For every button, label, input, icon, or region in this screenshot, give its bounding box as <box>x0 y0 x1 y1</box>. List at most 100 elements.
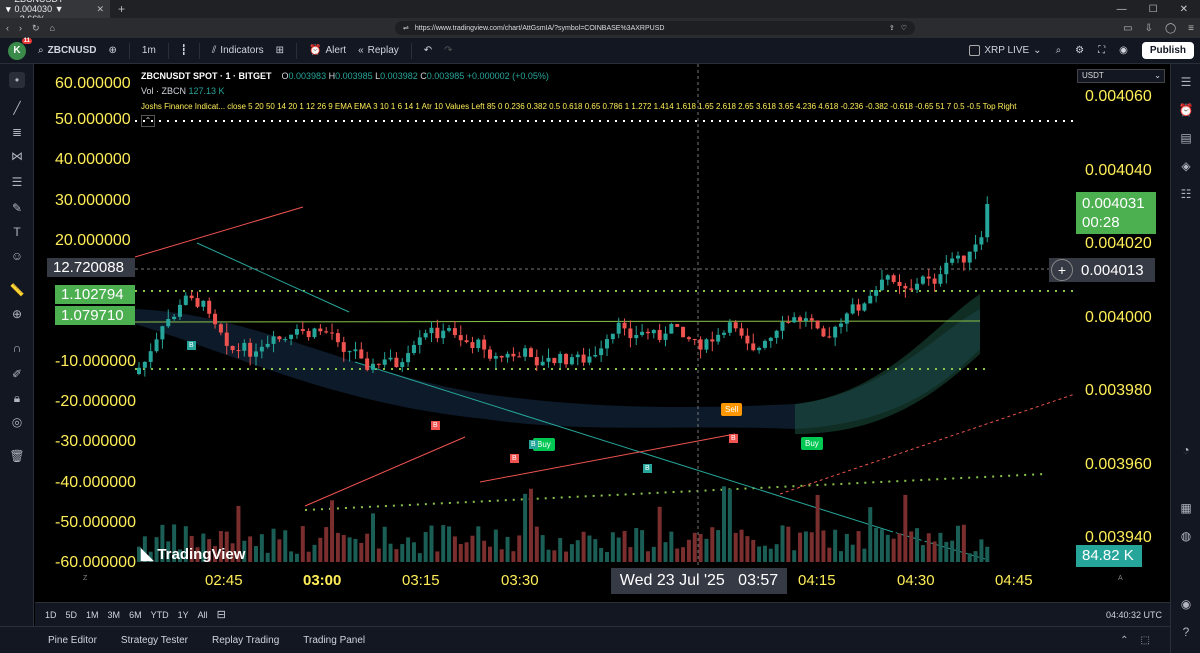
fib-icon[interactable]: ≣ <box>9 124 25 140</box>
close-tab-icon[interactable]: ✕ <box>96 4 104 15</box>
home-icon[interactable]: ⌂ <box>50 23 55 33</box>
profile-icon[interactable]: ◯ <box>1165 23 1176 34</box>
replay-button[interactable]: « Replay <box>358 45 399 56</box>
pattern-icon[interactable]: ⋈ <box>9 148 25 164</box>
currency-select[interactable]: USDT ⌄ <box>1077 69 1165 83</box>
range-1d[interactable]: 1D <box>45 610 57 620</box>
range-ytd[interactable]: YTD <box>151 610 169 620</box>
help-icon[interactable]: ? <box>1178 624 1194 640</box>
redo-icon[interactable]: ↷ <box>444 45 452 56</box>
layers-icon[interactable]: ◈ <box>1178 158 1194 174</box>
undo-icon[interactable]: ↶ <box>424 45 432 56</box>
candle-body <box>429 327 434 334</box>
compare-symbol-icon[interactable]: ⊕ <box>109 45 117 56</box>
browser-tab[interactable]: ▾ ZBCNUSDT 0.004030 ▼ −2.66% ✕ <box>0 0 110 24</box>
candles-icon[interactable]: ┇ <box>181 45 187 56</box>
tab-pine-editor[interactable]: Pine Editor <box>48 635 97 646</box>
volume-bar <box>330 500 335 562</box>
range-5d[interactable]: 5D <box>66 610 78 620</box>
layouts-icon[interactable]: ⊞ <box>276 45 284 56</box>
forecast-icon[interactable]: ☰ <box>9 174 25 190</box>
candle-body <box>289 334 294 340</box>
candle-body <box>669 324 674 334</box>
symbol-label: ZBCNUSD <box>47 45 97 56</box>
menu-icon[interactable]: ≡ <box>1188 23 1194 34</box>
emoji-icon[interactable]: ☺ <box>9 248 25 264</box>
scale-right-a-icon[interactable]: A <box>1118 575 1123 582</box>
notifications-icon[interactable]: ◉ <box>1178 596 1194 612</box>
tab-trading-panel[interactable]: Trading Panel <box>303 635 365 646</box>
text-icon[interactable]: T <box>9 224 25 240</box>
fullscreen-icon[interactable]: ⛶ <box>1098 45 1105 56</box>
calendar-icon[interactable]: ▦ <box>1178 500 1194 516</box>
bookmark-icon[interactable]: ♡ <box>901 24 907 32</box>
range-6m[interactable]: 6M <box>129 610 142 620</box>
quick-search-icon[interactable]: ⌕ <box>1056 45 1062 56</box>
chart-pane[interactable]: ZBCNUSDT SPOT · 1 · BITGET O0.003983 H0.… <box>35 64 1170 602</box>
lock-draw-icon[interactable]: ✐ <box>9 366 25 382</box>
zoom-icon[interactable]: ⊕ <box>9 306 25 322</box>
range-1m[interactable]: 1M <box>86 610 99 620</box>
range-3m[interactable]: 3M <box>108 610 121 620</box>
clock[interactable]: 04:40:32 UTC <box>1106 610 1170 620</box>
brush-icon[interactable]: ✎ <box>9 200 25 216</box>
watchlist-icon[interactable]: ☰ <box>1178 74 1194 90</box>
candle-body <box>511 353 516 357</box>
downloads-icon[interactable]: ⇩ <box>1145 23 1153 34</box>
close-window-icon[interactable]: ✕ <box>1180 4 1188 15</box>
volume-bar <box>248 536 253 562</box>
add-alert-plus-icon[interactable]: + <box>1051 259 1073 281</box>
reload-icon[interactable]: ↻ <box>32 23 40 34</box>
ideas-icon[interactable]: ◔ <box>1178 442 1194 458</box>
goto-date-icon[interactable]: ⊟ <box>217 608 226 621</box>
volume-bar <box>891 538 896 562</box>
magnet-icon[interactable]: ∩ <box>9 340 25 356</box>
alerts-icon[interactable]: ⏰ <box>1178 102 1194 118</box>
chat-icon[interactable]: ☷ <box>1178 186 1194 202</box>
eye-icon[interactable]: ◎ <box>9 414 25 430</box>
chart-canvas[interactable] <box>35 64 1170 602</box>
trash-icon[interactable]: 🗑︎ <box>9 448 25 464</box>
volume-bar <box>587 535 592 562</box>
candle-body <box>634 334 639 339</box>
url-field[interactable]: ⇌ https://www.tradingview.com/chart/AttG… <box>394 21 915 35</box>
range-all[interactable]: All <box>198 610 208 620</box>
volume-bar <box>493 529 498 562</box>
back-icon[interactable]: ‹ <box>6 23 9 33</box>
minimize-icon[interactable]: — <box>1117 4 1127 15</box>
lock-icon[interactable]: 🔒︎ <box>9 390 25 406</box>
indicators-button[interactable]: ⫽ Indicators <box>212 45 264 56</box>
alert-button[interactable]: ⏰ Alert <box>309 45 346 56</box>
tab-replay-trading[interactable]: Replay Trading <box>212 635 279 646</box>
extensions-icon[interactable]: ▭ <box>1123 23 1132 34</box>
ruler-icon[interactable]: 📏 <box>9 282 25 298</box>
collapse-panel-icon[interactable]: ⌃ <box>1120 635 1128 646</box>
range-1y[interactable]: 1Y <box>178 610 189 620</box>
watchlist-selector[interactable]: XRP LIVE ⌄ <box>969 45 1042 56</box>
trendline-icon[interactable]: ╱ <box>9 100 25 116</box>
camera-icon[interactable]: ◉ <box>1119 45 1128 56</box>
crosshair-price-label[interactable]: + 0.004013 <box>1049 258 1155 282</box>
cursor-icon[interactable]: • <box>9 72 25 88</box>
chat-bubble-icon[interactable]: ◍ <box>1178 528 1194 544</box>
new-tab-icon[interactable]: + <box>118 2 125 16</box>
symbol-search-button[interactable]: ⌕ ZBCNUSD <box>38 45 97 56</box>
collapse-legend-icon[interactable]: ⌃ <box>141 115 155 127</box>
candle-body <box>148 351 153 362</box>
time-axis-label: 04:45 <box>995 572 1033 589</box>
maximize-icon[interactable]: ☐ <box>1149 4 1158 15</box>
interval-button[interactable]: 1m <box>142 45 156 56</box>
publish-button[interactable]: Publish <box>1141 42 1194 59</box>
settings-icon[interactable]: ⚙ <box>1075 45 1084 56</box>
site-info-icon[interactable]: ⇌ <box>403 24 409 32</box>
scale-left-z-icon[interactable]: Z <box>83 575 87 582</box>
divider <box>410 42 412 59</box>
volume-bar <box>447 526 452 562</box>
avatar[interactable]: K 11 <box>8 37 32 60</box>
share-icon[interactable]: ⇪ <box>889 24 895 32</box>
tab-strategy-tester[interactable]: Strategy Tester <box>121 635 188 646</box>
candle-body <box>546 357 551 362</box>
news-icon[interactable]: ▤ <box>1178 130 1194 146</box>
maximize-panel-icon[interactable]: ⬚ <box>1141 635 1150 646</box>
forward-icon[interactable]: › <box>19 23 22 33</box>
